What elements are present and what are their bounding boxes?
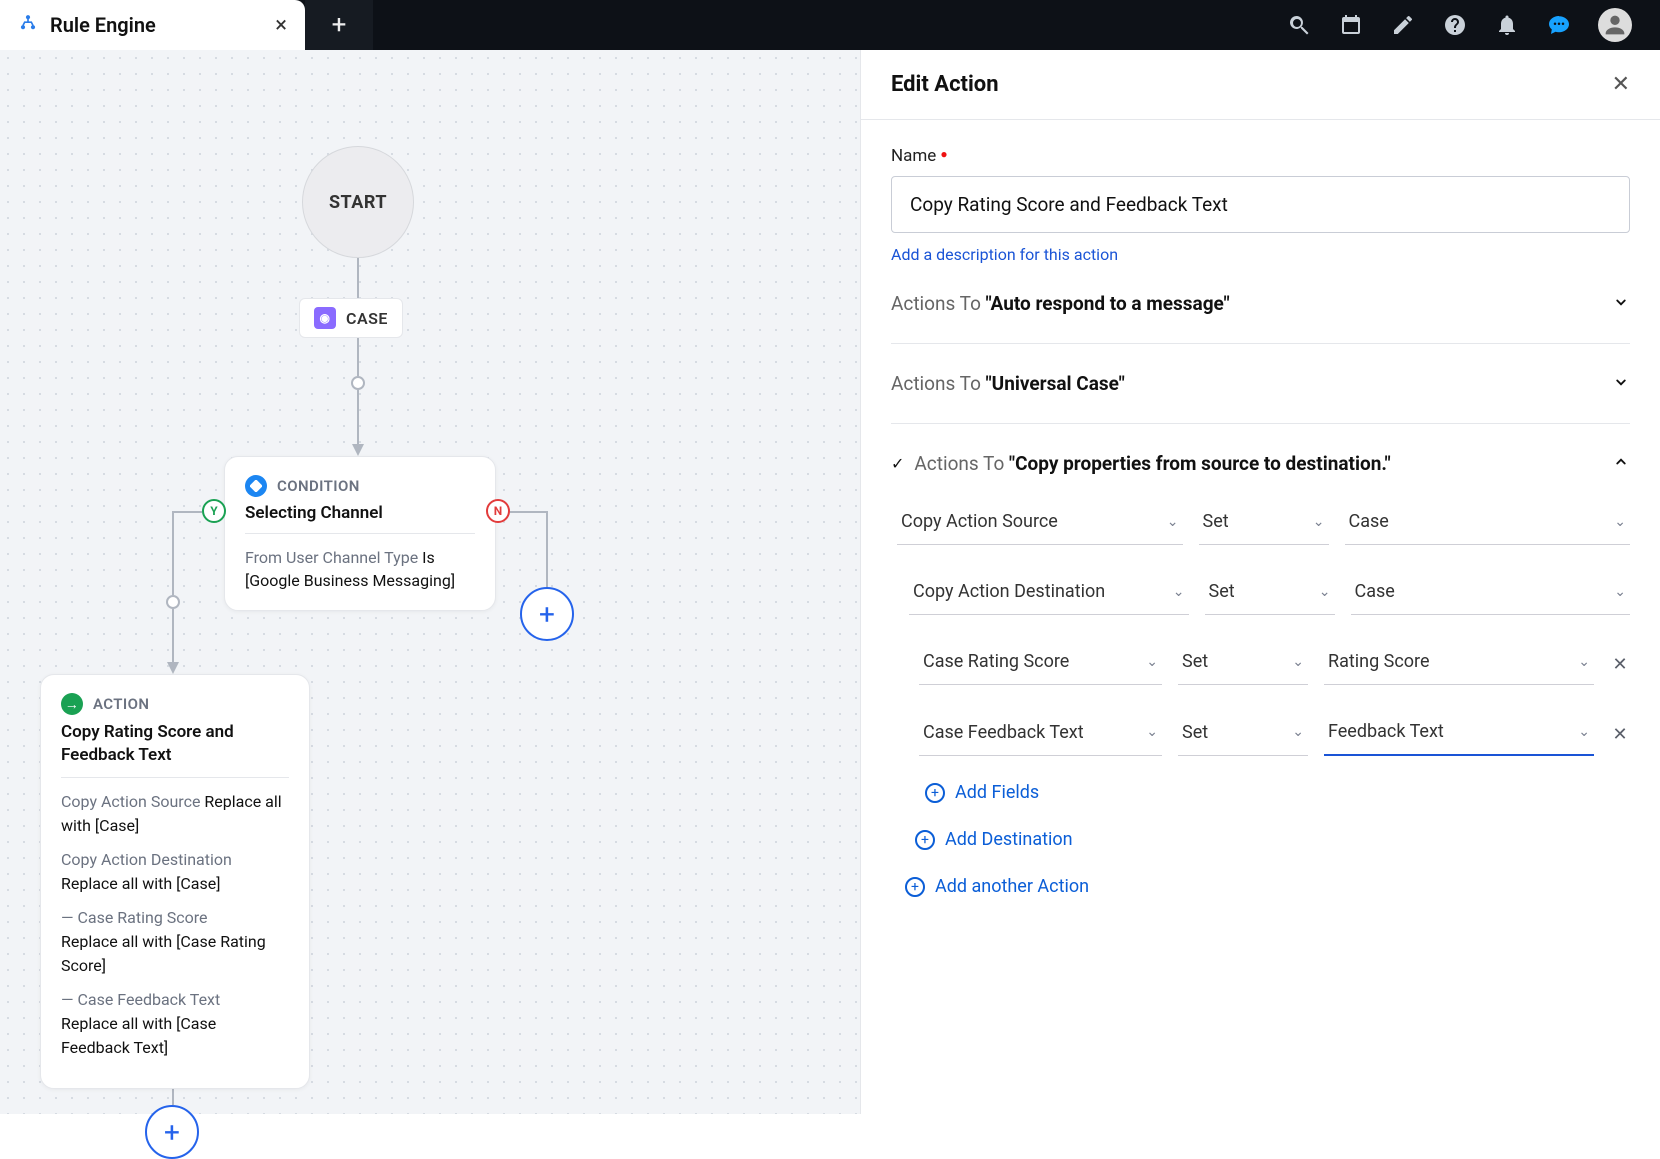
add-description-link[interactable]: Add a description for this action	[891, 245, 1118, 264]
top-bar: Rule Engine × + 30	[0, 0, 1660, 50]
action-label: ACTION	[93, 695, 149, 713]
action-card[interactable]: → ACTION Copy Rating Score and Feedback …	[40, 674, 310, 1089]
field-op-select[interactable]: Set⌄	[1178, 714, 1308, 756]
add-another-action-button[interactable]: +Add another Action	[891, 876, 1630, 897]
action-body: Copy Action Source Replace all with [Cas…	[61, 790, 289, 1060]
case-label: CASE	[346, 309, 388, 328]
svg-text:30: 30	[1347, 24, 1356, 33]
action-title: Copy Rating Score and Feedback Text	[61, 721, 289, 778]
browser-tab[interactable]: Rule Engine ×	[0, 0, 305, 50]
add-fields-button[interactable]: +Add Fields	[891, 782, 1630, 803]
yes-badge: Y	[202, 499, 226, 523]
bell-icon[interactable]	[1494, 12, 1520, 38]
calendar-icon[interactable]: 30	[1338, 12, 1364, 38]
field-key-select[interactable]: Case Feedback Text⌄	[919, 714, 1162, 756]
section-title: Actions To "Auto respond to a message"	[891, 292, 1230, 315]
field-op-select[interactable]: Set⌄	[1205, 573, 1335, 615]
tree-icon	[18, 13, 38, 38]
tab-title: Rule Engine	[50, 13, 156, 37]
case-chip[interactable]: ◉ CASE	[299, 298, 403, 338]
close-panel-icon[interactable]: ✕	[1612, 72, 1630, 97]
rule-canvas[interactable]: START ◉ CASE CONDITION Selecting Channel…	[0, 50, 860, 1114]
chevron-up-icon	[1612, 453, 1630, 475]
new-tab-button[interactable]: +	[305, 0, 373, 50]
section-toggle[interactable]: Actions To "Universal Case"	[891, 372, 1630, 395]
chat-icon[interactable]	[1546, 12, 1572, 38]
no-badge: N	[486, 499, 510, 523]
section-toggle[interactable]: ✓ Actions To "Copy properties from source…	[891, 452, 1630, 475]
field-op-select[interactable]: Set⌄	[1199, 503, 1329, 545]
edit-action-panel: Edit Action ✕ Name● Add a description fo…	[860, 50, 1660, 1114]
field-key-select[interactable]: Copy Action Source⌄	[897, 503, 1183, 545]
avatar[interactable]	[1598, 8, 1632, 42]
action-name-input[interactable]	[891, 176, 1630, 233]
name-label: Name●	[891, 146, 1630, 166]
section-toggle[interactable]: Actions To "Auto respond to a message"	[891, 292, 1630, 315]
condition-icon	[245, 475, 267, 497]
add-node-button-bottom[interactable]: +	[145, 1105, 199, 1159]
field-key-select[interactable]: Case Rating Score⌄	[919, 643, 1162, 685]
close-tab-icon[interactable]: ×	[275, 13, 287, 38]
field-value-select[interactable]: Feedback Text⌄	[1324, 713, 1594, 756]
remove-field-icon[interactable]: ✕	[1610, 654, 1630, 675]
check-icon: ✓	[891, 454, 904, 473]
action-icon: →	[61, 693, 83, 715]
remove-field-icon[interactable]: ✕	[1610, 724, 1630, 745]
case-icon: ◉	[314, 307, 336, 329]
field-op-select[interactable]: Set⌄	[1178, 643, 1308, 685]
condition-body: From User Channel Type Is [Google Busine…	[245, 546, 475, 592]
field-value-select[interactable]: Rating Score⌄	[1324, 643, 1594, 685]
condition-card[interactable]: CONDITION Selecting Channel From User Ch…	[224, 456, 496, 611]
section-title: Actions To "Universal Case"	[891, 372, 1125, 395]
junction	[166, 595, 180, 609]
field-key-select[interactable]: Copy Action Destination⌄	[909, 573, 1189, 615]
field-value-select[interactable]: Case⌄	[1351, 573, 1631, 615]
chevron-down-icon	[1612, 293, 1630, 315]
chevron-down-icon	[1612, 373, 1630, 395]
plus-circle-icon: +	[915, 830, 935, 850]
plus-circle-icon: +	[905, 877, 925, 897]
search-icon[interactable]	[1286, 12, 1312, 38]
add-destination-button[interactable]: +Add Destination	[891, 829, 1630, 850]
help-icon[interactable]	[1442, 12, 1468, 38]
plus-circle-icon: +	[925, 783, 945, 803]
condition-label: CONDITION	[277, 477, 360, 495]
panel-title: Edit Action	[891, 72, 999, 97]
field-value-select[interactable]: Case⌄	[1345, 503, 1631, 545]
start-node[interactable]: START	[302, 146, 414, 258]
junction	[351, 376, 365, 390]
section-title: Actions To "Copy properties from source …	[914, 452, 1390, 475]
condition-title: Selecting Channel	[245, 503, 475, 534]
add-node-button-n[interactable]: +	[520, 587, 574, 641]
pencil-icon[interactable]	[1390, 12, 1416, 38]
